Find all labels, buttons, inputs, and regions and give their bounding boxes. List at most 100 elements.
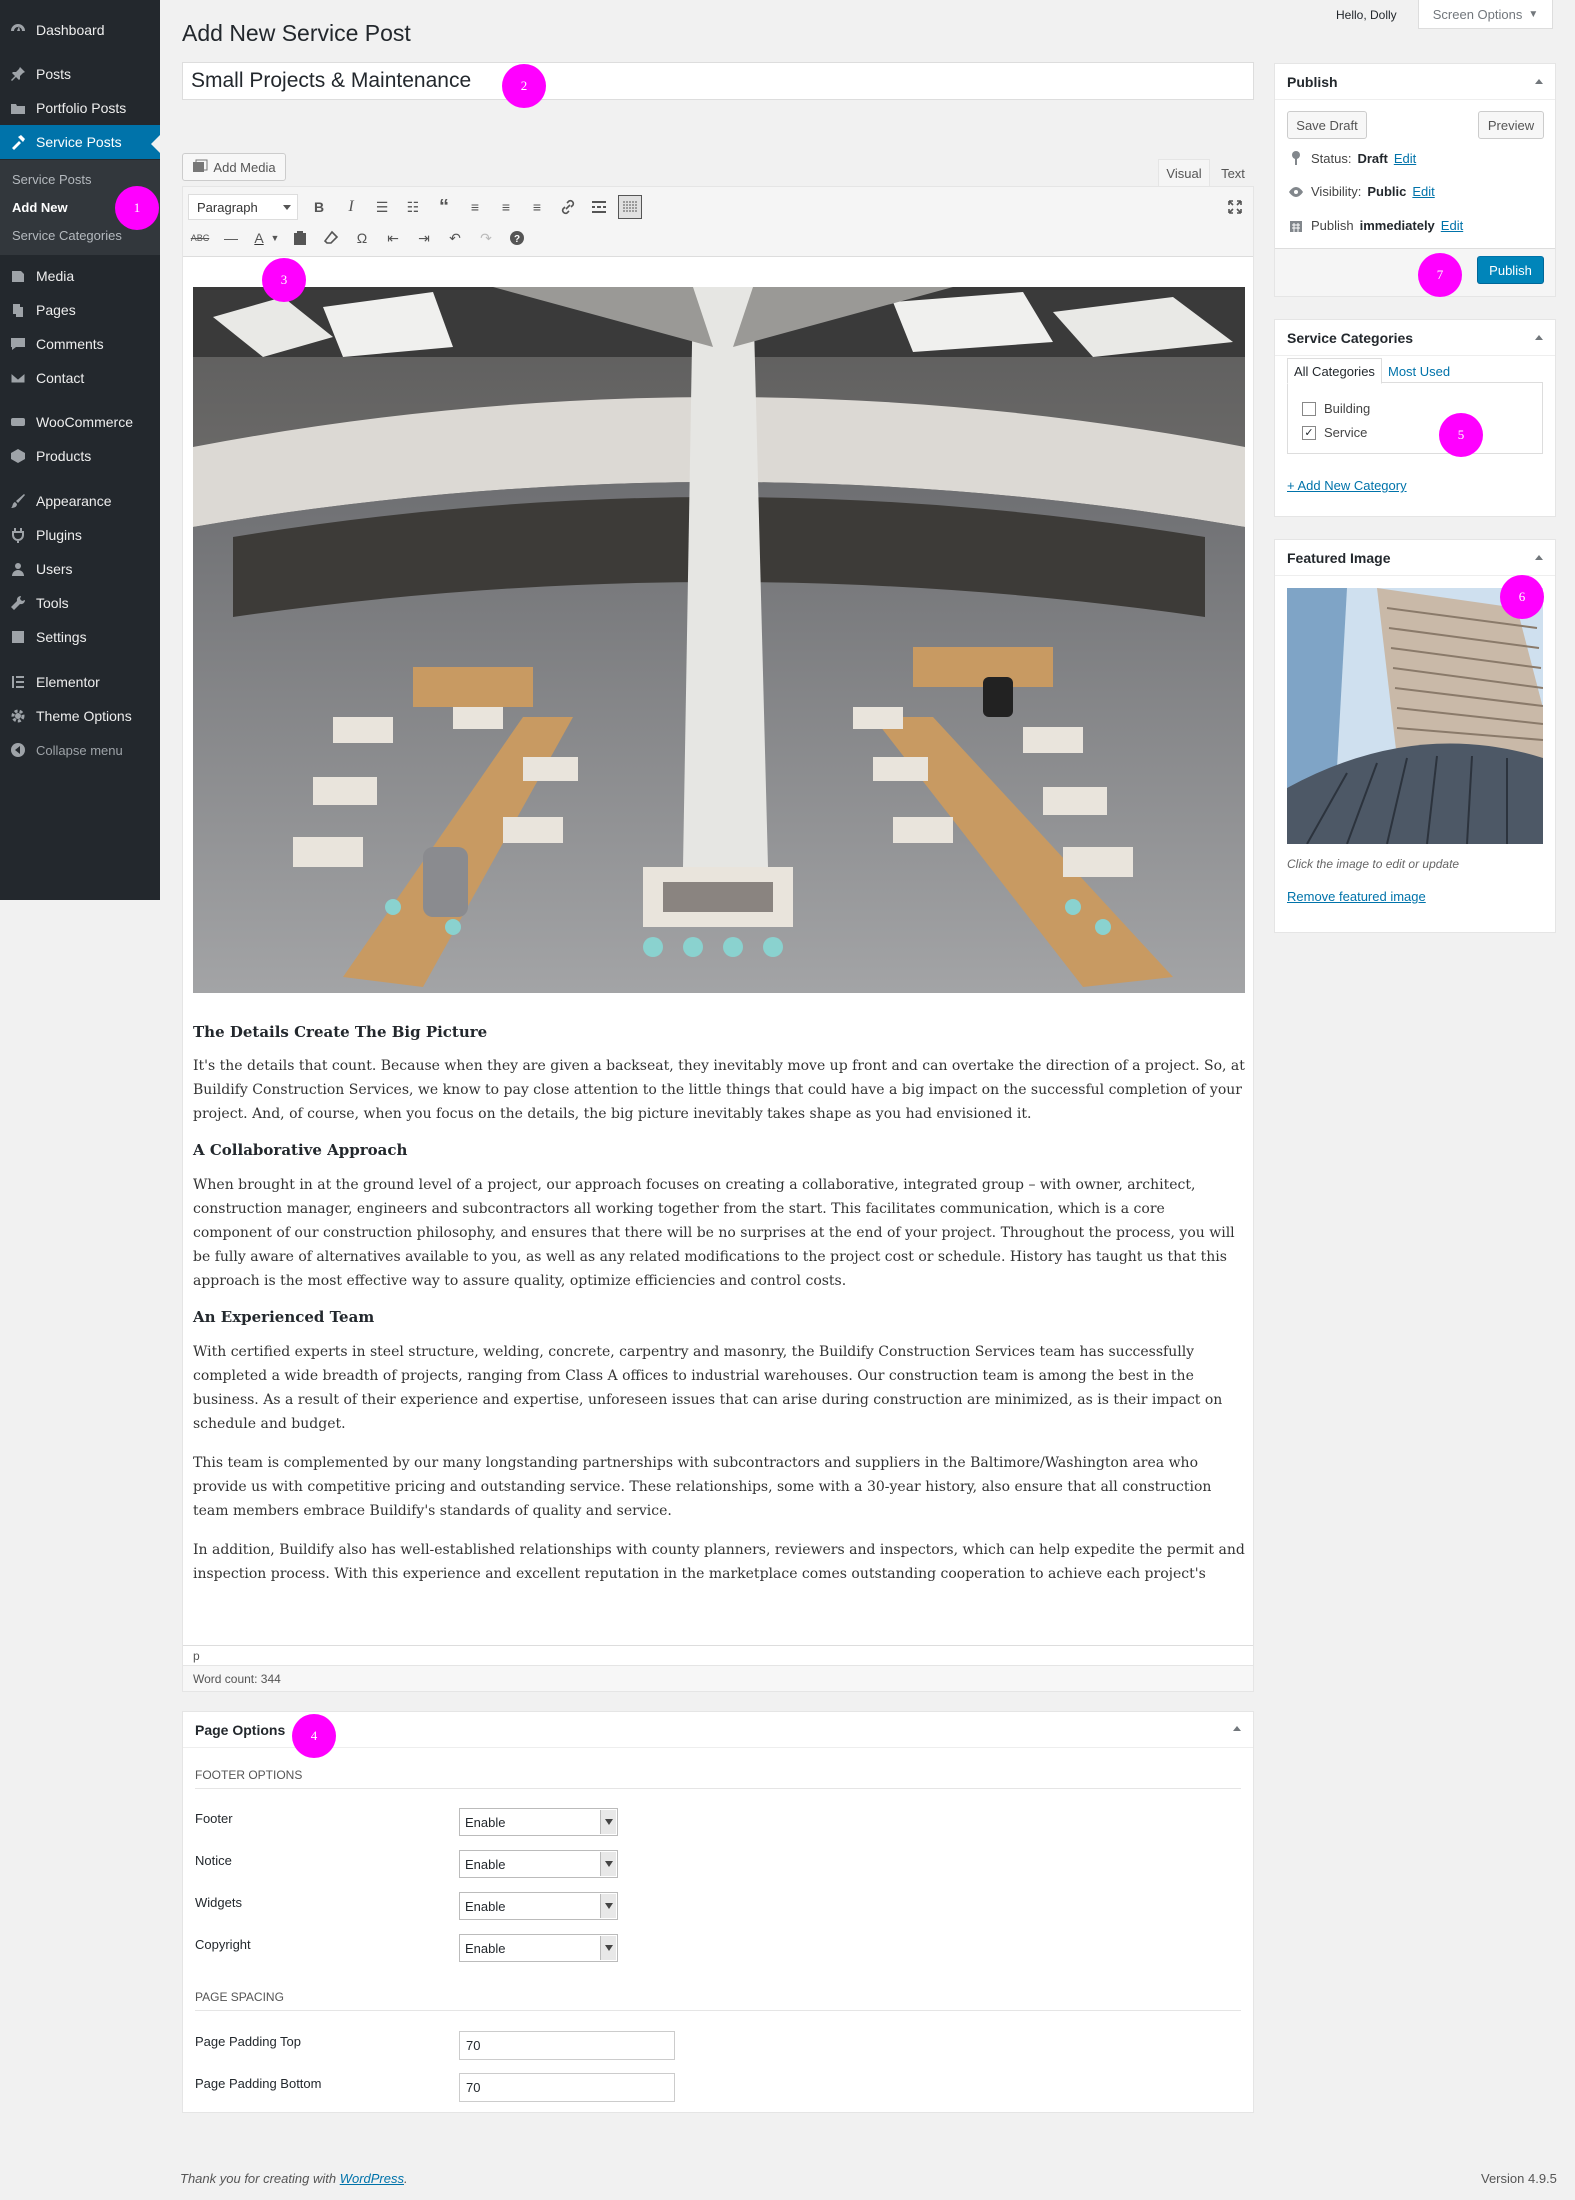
collapse-toggle-icon[interactable] [1535,555,1543,560]
notice-label: Notice [195,1853,232,1868]
sidebar-item-media[interactable]: Media [0,259,160,293]
screen-options-button[interactable]: Screen Options ▼ [1418,0,1553,29]
widgets-select[interactable]: Enable [459,1892,618,1920]
publish-box: Publish Save Draft Preview Status: Draft… [1274,63,1556,297]
sidebar-item-elementor[interactable]: Elementor [0,665,160,699]
user-icon [0,561,36,577]
link-icon[interactable] [556,195,580,219]
tab-text[interactable]: Text [1212,159,1254,187]
publish-button[interactable]: Publish [1477,256,1544,284]
strikethrough-icon[interactable]: ABC [188,226,212,250]
indent-icon[interactable]: ⇥ [412,226,436,250]
editor-path[interactable]: p [183,1645,1253,1665]
paste-text-icon[interactable] [288,226,312,250]
save-draft-button[interactable]: Save Draft [1287,111,1367,139]
tab-all-categories[interactable]: All Categories [1287,358,1382,384]
annotation-marker-7: 7 [1418,253,1462,297]
category-building[interactable]: Building [1302,401,1370,416]
horizontal-line-icon[interactable]: — [219,226,243,250]
italic-icon[interactable]: I [339,195,363,219]
notice-select-value: Enable [465,1856,506,1872]
edit-date-link[interactable]: Edit [1441,218,1463,233]
padding-top-input[interactable]: 70 [459,2031,675,2060]
sidebar-item-pages[interactable]: Pages [0,293,160,327]
sidebar-item-dashboard[interactable]: Dashboard [0,13,160,47]
bullet-list-icon[interactable]: ☰ [370,195,394,219]
widgets-select-value: Enable [465,1898,506,1914]
submenu-item-service-categories[interactable]: Service Categories [12,228,122,243]
content-heading: The Details Create The Big Picture [193,1023,488,1041]
sidebar-item-plugins[interactable]: Plugins [0,518,160,552]
sidebar-item-service-posts[interactable]: Service Posts [0,125,160,159]
sidebar-item-label: Settings [36,629,87,645]
edit-visibility-link[interactable]: Edit [1412,184,1434,199]
read-more-icon[interactable] [587,195,611,219]
remove-featured-image-link[interactable]: Remove featured image [1287,889,1426,904]
sidebar-item-woocommerce[interactable]: WooCommerce [0,405,160,439]
padding-bottom-input[interactable]: 70 [459,2073,675,2102]
tab-visual[interactable]: Visual [1158,159,1210,187]
sidebar-item-comments[interactable]: Comments [0,327,160,361]
help-icon[interactable]: ? [505,226,529,250]
sidebar-item-products[interactable]: Products [0,439,160,473]
outdent-icon[interactable]: ⇤ [381,226,405,250]
collapse-menu-button[interactable]: Collapse menu [0,733,160,767]
undo-icon[interactable]: ↶ [443,226,467,250]
redo-icon[interactable]: ↷ [474,226,498,250]
special-character-icon[interactable]: Ω [350,226,374,250]
sidebar-item-appearance[interactable]: Appearance [0,484,160,518]
sidebar-item-settings[interactable]: Settings [0,620,160,654]
content-image-food-court[interactable] [193,287,1245,993]
wordpress-link[interactable]: WordPress [340,2171,404,2186]
post-title-input[interactable] [182,62,1254,100]
submenu-item-service-posts[interactable]: Service Posts [12,172,91,187]
sidebar-item-label: Elementor [36,674,100,690]
featured-image-thumbnail[interactable] [1287,588,1543,844]
add-media-button[interactable]: Add Media [182,153,286,181]
checkbox-checked[interactable]: ✓ [1302,425,1316,440]
align-left-icon[interactable]: ≡ [463,195,487,219]
sidebar-item-label: Theme Options [36,708,132,724]
pin-icon [0,66,36,82]
align-center-icon[interactable]: ≡ [494,195,518,219]
footer-thanks: Thank you for creating with WordPress. [180,2171,408,2186]
sidebar-item-contact[interactable]: Contact [0,361,160,395]
page-options-header[interactable]: Page Options [183,1712,1253,1748]
editor-content[interactable]: The Details Create The Big Picture It's … [193,287,1245,1582]
sidebar-item-portfolio-posts[interactable]: Portfolio Posts [0,91,160,125]
add-new-category-link[interactable]: + Add New Category [1287,478,1407,493]
page-spacing-heading: PAGE SPACING [195,1990,284,2004]
checkbox-unchecked[interactable] [1302,401,1316,416]
category-service[interactable]: ✓ Service [1302,425,1367,440]
sidebar-item-theme-options[interactable]: Theme Options [0,699,160,733]
sidebar-item-users[interactable]: Users [0,552,160,586]
categories-header[interactable]: Service Categories [1275,320,1555,356]
tab-most-used[interactable]: Most Used [1382,358,1456,384]
collapse-toggle-icon[interactable] [1535,335,1543,340]
sidebar-item-label: Tools [36,595,69,611]
preview-button[interactable]: Preview [1478,111,1544,139]
fullscreen-icon[interactable] [1223,195,1247,219]
collapse-toggle-icon[interactable] [1233,1726,1241,1731]
publish-header[interactable]: Publish [1275,64,1555,100]
visibility-label: Visibility: [1311,184,1362,199]
notice-select[interactable]: Enable [459,1850,618,1878]
numbered-list-icon[interactable]: ☷ [401,195,425,219]
submenu-item-add-new[interactable]: Add New [12,200,68,215]
copyright-select[interactable]: Enable [459,1934,618,1962]
align-right-icon[interactable]: ≡ [525,195,549,219]
featured-image-header[interactable]: Featured Image [1275,540,1555,576]
footer-select[interactable]: Enable [459,1808,618,1836]
format-select[interactable]: Paragraph [188,194,298,220]
footer-select-value: Enable [465,1814,506,1830]
clear-formatting-icon[interactable] [319,226,343,250]
sidebar-item-tools[interactable]: Tools [0,586,160,620]
blockquote-icon[interactable]: “ [432,195,456,219]
bold-icon[interactable]: B [307,195,331,219]
greeting[interactable]: Hello, Dolly [1336,8,1397,22]
sidebar-item-posts[interactable]: Posts [0,57,160,91]
text-color-dropdown-icon[interactable]: ▼ [263,226,287,250]
toolbar-toggle-icon[interactable] [618,195,642,219]
collapse-toggle-icon[interactable] [1535,79,1543,84]
edit-status-link[interactable]: Edit [1394,151,1416,166]
